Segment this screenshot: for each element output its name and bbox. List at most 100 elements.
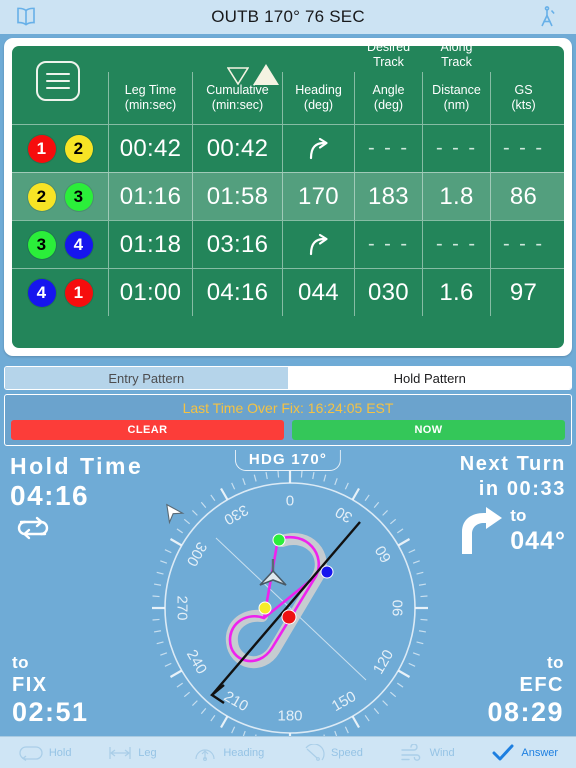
compass-tick [408, 549, 416, 554]
tab-hold-pattern[interactable]: Hold Pattern [287, 367, 571, 389]
next-turn-to-label: to [510, 506, 527, 525]
outbound-abeam-point[interactable] [258, 601, 272, 615]
compass-tick [397, 538, 411, 547]
toolbar-item-hold[interactable]: Hold [18, 744, 71, 762]
desired-track-angle-cell: 183 [354, 173, 422, 220]
toolbar-item-label: Speed [331, 746, 363, 759]
along-track-distance-cell: - - - [422, 221, 490, 268]
compass-tick [351, 715, 360, 729]
ground-speed-cell: 86 [490, 173, 556, 220]
compass-tick [300, 470, 303, 478]
toolbar-item-speed[interactable]: Speed [300, 743, 363, 762]
course-line [211, 521, 361, 696]
compass-tick [176, 528, 184, 534]
compass-label: 150 [329, 688, 359, 715]
last-time-over-fix-panel: Last Time Over Fix: 16:24:05 EST CLEAR N… [4, 394, 572, 446]
compass-tick [382, 509, 389, 516]
toolbar-item-label: Heading [223, 746, 265, 759]
hold-time-panel: Hold Time 04:16 [10, 452, 143, 541]
compass-tick [334, 478, 338, 486]
leg-time-cell: 01:16 [108, 173, 192, 220]
header-heading[interactable]: Heading (deg) [282, 72, 354, 124]
header-atd-mid: Track [441, 55, 472, 69]
table-row[interactable]: 3 4 01:18 03:16 - - -- - -- - - [12, 220, 564, 268]
pattern-tabs[interactable]: Entry Pattern Hold Pattern [4, 366, 572, 390]
clear-button[interactable]: CLEAR [11, 420, 284, 440]
turn-right-big-icon [452, 506, 504, 556]
page-title: OUTB 170° 76 SEC [211, 7, 365, 26]
header-desired-track-angle[interactable]: Desired Track Angle (deg) [354, 46, 422, 124]
leg-badges-cell: 1 2 [12, 125, 108, 172]
table-body: 1 2 00:42 00:42 - - -- - -- - - 2 3 01:16 01… [12, 124, 564, 316]
header-dta-l1: Angle [372, 83, 405, 97]
book-icon[interactable] [13, 5, 39, 29]
header-along-track-distance[interactable]: Along Track Distance (nm) [422, 46, 490, 124]
compass-tick [200, 707, 207, 715]
next-turn-panel: Next Turn in 00:33 to 044° [452, 452, 566, 556]
compass-label: 60 [372, 543, 395, 566]
leg-badge-to: 4 [64, 230, 93, 259]
compass-tick [153, 583, 162, 586]
compass-tick [416, 571, 424, 575]
header-cumulative-l2: (min:sec) [211, 98, 264, 112]
table-row[interactable]: 1 2 00:42 00:42 - - -- - -- - - [12, 124, 564, 172]
compass-tick [169, 538, 183, 547]
compass-label: 300 [183, 539, 210, 569]
toolbar-item-heading[interactable]: Heading [192, 744, 264, 762]
toolbar-item-answer[interactable]: Answer [490, 744, 558, 762]
compass-label: 180 [277, 708, 302, 725]
airspeed-icon [300, 743, 326, 762]
cumulative-time-cell: 04:16 [192, 269, 282, 316]
compass-tick [277, 470, 280, 478]
next-turn-to-value: 044° [510, 527, 566, 555]
leg-length-icon [107, 744, 133, 762]
header-atd-top: Along [440, 46, 473, 54]
compass-tick [397, 669, 411, 678]
compass-tick [396, 528, 404, 534]
compass-tick [408, 662, 416, 667]
compass-label: 210 [221, 688, 251, 715]
compass-tick [164, 549, 172, 554]
compass-tick [183, 691, 191, 698]
ground-speed-cell: 97 [490, 269, 556, 316]
bottom-toolbar[interactable]: Hold Leg Heading Speed Wind Answer [0, 736, 576, 768]
compass-tick [153, 630, 162, 633]
to-efc-label: EFC [519, 674, 564, 696]
header-leg-time-l2: (min:sec) [124, 98, 177, 112]
compass-tick [160, 652, 168, 656]
legs-table: Leg Time (min:sec) Cumulative (min:sec) … [12, 46, 564, 348]
heading-cell: 170 [282, 173, 354, 220]
to-efc-to: to [546, 653, 564, 672]
header-cumulative[interactable]: Cumulative (min:sec) [192, 72, 282, 124]
turn-right-icon [305, 137, 333, 161]
along-track-distance-cell: 1.6 [422, 269, 490, 316]
toolbar-item-leg[interactable]: Leg [107, 744, 157, 762]
header-gs-l1: GS [514, 83, 533, 97]
toolbar-item-label: Answer [521, 746, 559, 759]
outbound-end-point[interactable] [272, 533, 286, 547]
heading-dial-icon [192, 744, 218, 762]
compass-tick [200, 501, 207, 509]
now-button[interactable]: NOW [292, 420, 565, 440]
fix-point[interactable] [281, 609, 297, 625]
header-ground-speed[interactable]: GS (kts) [490, 72, 556, 124]
compass-tick [183, 518, 191, 525]
compass-tick [323, 474, 327, 482]
leg-badges-cell: 2 3 [12, 173, 108, 220]
toolbar-item-wind[interactable]: Wind [399, 743, 455, 762]
table-row[interactable]: 4 1 01:00 04:16 044 030 1.6 97 [12, 268, 564, 316]
dividers-icon[interactable] [534, 5, 560, 29]
compass-label: 330 [221, 501, 251, 528]
header-leg-time[interactable]: Leg Time (min:sec) [108, 72, 192, 124]
last-time-over-fix-label: Last Time Over Fix: 16:24:05 EST [182, 400, 394, 416]
compass-tick [312, 471, 315, 480]
compass-rose[interactable]: 0 30 60 90 120 150 180 210 240 270 300 330 [146, 464, 434, 752]
leg-badge-from: 2 [27, 182, 56, 211]
inbound-turn-point[interactable] [320, 565, 334, 579]
header-dta-mid: Track [373, 55, 404, 69]
compass-tick [373, 707, 380, 715]
compass-tick [412, 652, 420, 656]
table-row[interactable]: 2 3 01:16 01:58 170 183 1.8 86 [12, 172, 564, 220]
tab-entry-pattern[interactable]: Entry Pattern [5, 367, 288, 389]
header-badges [12, 72, 108, 124]
